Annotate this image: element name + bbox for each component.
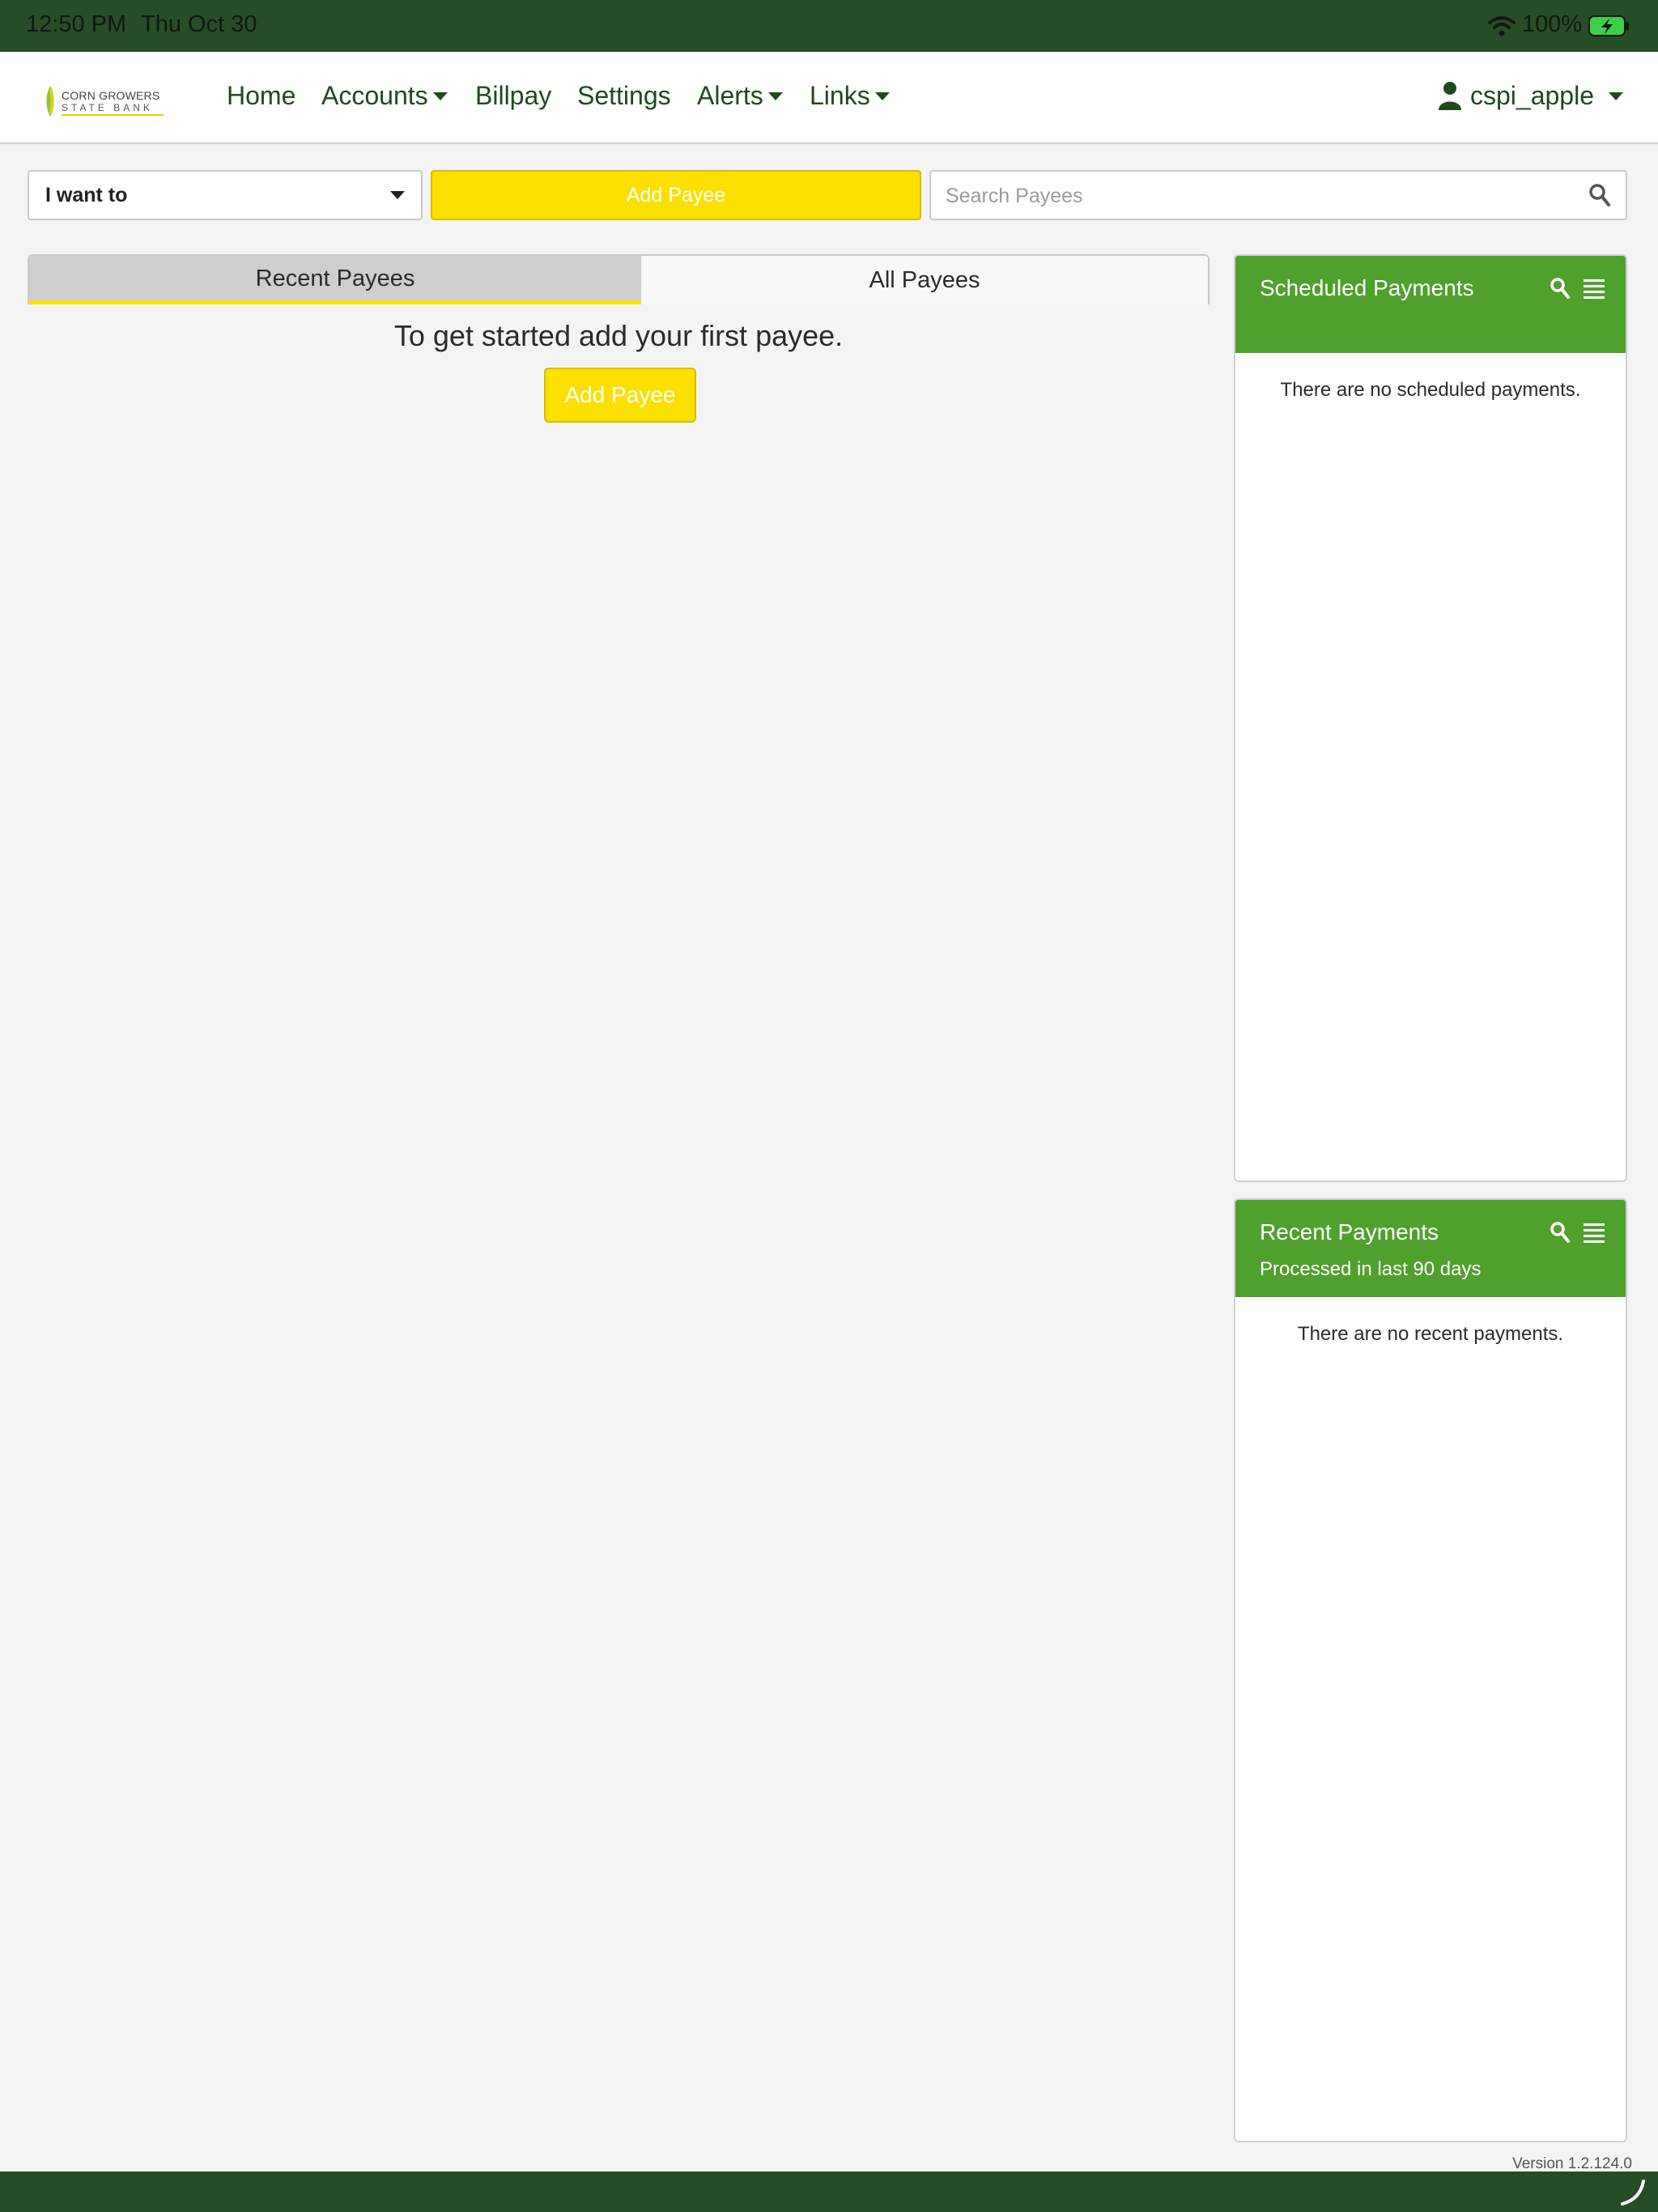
user-name: cspi_apple [1470,81,1594,110]
nav-billpay-label: Billpay [475,81,552,110]
chevron-down-icon [432,91,448,100]
top-navbar: CORN GROWERS STATE BANK Home Accounts Bi… [0,52,1658,143]
search-icon[interactable] [1550,277,1571,300]
app-version: Version 1.2.124.0 [1512,2155,1632,2172]
nav-links[interactable]: Links [810,81,890,111]
logo-line-1: CORN GROWERS [62,89,160,102]
nav-accounts-label: Accounts [321,81,428,110]
bank-logo[interactable]: CORN GROWERS STATE BANK [44,84,165,118]
tab-recent-payees[interactable]: Recent Payees [29,256,641,304]
i-want-to-select[interactable]: I want to [28,170,423,220]
nav-alerts-label: Alerts [697,81,763,110]
add-first-payee-button[interactable]: Add Payee [544,368,696,423]
user-menu[interactable]: cspi_apple [1438,81,1623,111]
nav-settings[interactable]: Settings [577,81,671,111]
nav-links-label: Links [810,81,870,110]
corn-leaf-icon [46,86,54,117]
status-bar: 12:50 PM Thu Oct 30 100% [0,0,1658,52]
scheduled-payments-panel: Scheduled Payments There are no schedule… [1234,254,1627,1182]
nav-home-label: Home [227,81,296,110]
recent-payments-title: Recent Payments [1260,1219,1439,1244]
resize-handle-icon[interactable] [1619,2178,1647,2206]
recent-payments-subtitle: Processed in last 90 days [1260,1258,1482,1280]
logo-line-2: STATE BANK [62,102,153,113]
i-want-to-label: I want to [45,184,128,206]
status-time: 12:50 PM [26,11,127,37]
chevron-down-icon [874,91,890,100]
nav-home[interactable]: Home [227,81,295,111]
payees-empty-message: To get started add your first payee. [393,319,844,352]
bottom-bar [0,2172,1658,2212]
tab-all-payees[interactable]: All Payees [641,256,1208,304]
logo-underline [62,114,164,116]
chevron-down-icon [767,91,783,100]
search-icon[interactable] [1550,1221,1571,1244]
list-icon[interactable] [1584,279,1605,300]
recent-payments-header: Recent Payments Processed in last 90 day… [1235,1200,1626,1297]
nav-settings-label: Settings [577,81,671,110]
battery-percent: 100% [1522,11,1583,37]
list-icon[interactable] [1584,1223,1605,1244]
user-icon [1439,81,1461,110]
chevron-down-icon [390,191,405,199]
recent-payments-empty-message: There are no recent payments. [1297,1323,1564,1345]
search-payees [929,170,1627,220]
recent-payments-panel: Recent Payments Processed in last 90 day… [1234,1198,1627,2142]
search-icon[interactable] [1588,183,1611,207]
main-content: I want to Add Payee Recent Payees All Pa… [0,143,1658,2172]
scheduled-payments-title: Scheduled Payments [1260,275,1474,300]
scheduled-payments-empty-message: There are no scheduled payments. [1280,379,1581,401]
nav-billpay[interactable]: Billpay [475,81,551,111]
search-payees-input[interactable] [946,180,1577,212]
status-date: Thu Oct 30 [141,11,257,37]
add-payee-button[interactable]: Add Payee [431,170,921,220]
scheduled-payments-header: Scheduled Payments [1235,256,1626,353]
wifi-icon [1488,16,1516,36]
battery-charging-icon [1588,15,1629,36]
payee-tabs: Recent Payees All Payees [28,254,1209,304]
chevron-down-icon [1609,91,1623,100]
nav-alerts[interactable]: Alerts [697,81,783,111]
nav-accounts[interactable]: Accounts [321,81,448,111]
